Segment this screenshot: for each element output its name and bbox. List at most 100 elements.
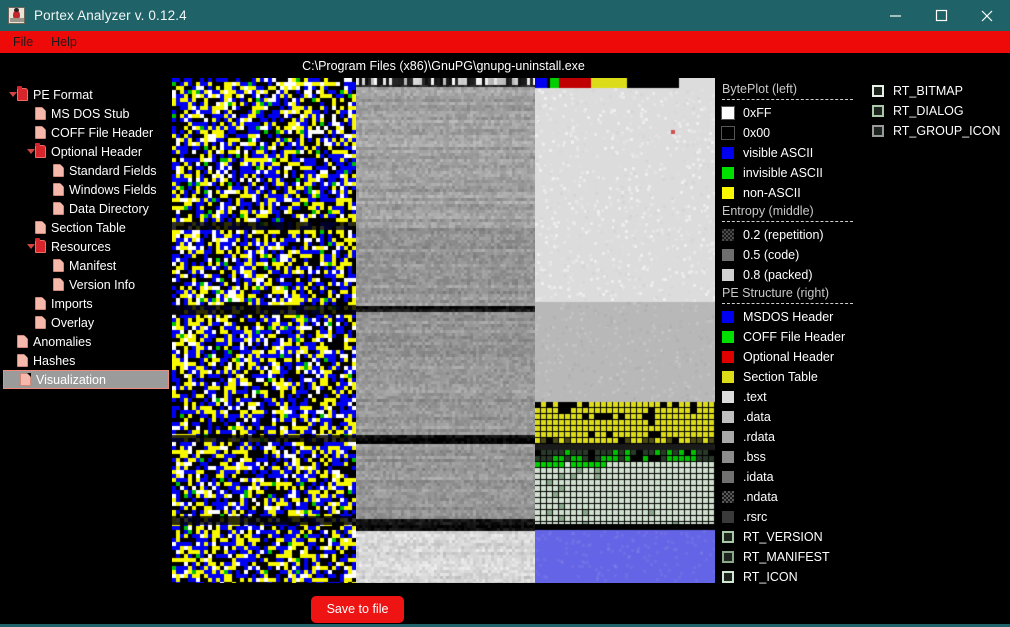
sidebar-item-pe-format[interactable]: PE Format: [0, 85, 172, 104]
legend-swatch: [722, 187, 734, 199]
chevron-down-icon[interactable]: [8, 85, 17, 104]
maximize-button[interactable]: [918, 0, 964, 31]
sidebar-item-resources[interactable]: Resources: [0, 237, 172, 256]
sidebar-item-version-info[interactable]: Version Info: [0, 275, 172, 294]
legend-label: 0xFF: [743, 106, 771, 120]
legend-section-title: PE Structure (right): [722, 285, 862, 302]
legend-swatch: [872, 105, 884, 117]
legend-label: 0x00: [743, 126, 770, 140]
legend-swatch: [722, 391, 734, 403]
sidebar-item-standard-fields[interactable]: Standard Fields: [0, 161, 172, 180]
legend-swatch: [872, 85, 884, 97]
file-icon: [53, 259, 64, 272]
legend-row: .text: [722, 387, 862, 407]
tree-spacer: [44, 180, 53, 199]
legend-label: Optional Header: [743, 350, 834, 364]
legend-column-main: BytePlot (left) 0xFF 0x00 visible ASCII invi…: [722, 81, 862, 587]
file-icon: [53, 278, 64, 291]
sidebar-item-optional-header[interactable]: Optional Header: [0, 142, 172, 161]
sidebar-item-ms-dos-stub[interactable]: MS DOS Stub: [0, 104, 172, 123]
sidebar-item-coff-file-header[interactable]: COFF File Header: [0, 123, 172, 142]
legend-row: 0.5 (code): [722, 245, 862, 265]
tree-spacer: [8, 351, 17, 370]
legend-label: .data: [743, 410, 771, 424]
sidebar-item-anomalies[interactable]: Anomalies: [0, 332, 172, 351]
folder-icon: [17, 88, 28, 101]
sidebar-item-section-table[interactable]: Section Table: [0, 218, 172, 237]
legend-swatch: [722, 229, 734, 241]
sidebar-item-label: PE Format: [33, 88, 93, 102]
chevron-down-icon[interactable]: [26, 237, 35, 256]
legend-swatch: [722, 107, 734, 119]
legend-swatch: [722, 451, 734, 463]
legend-label: COFF File Header: [743, 330, 845, 344]
entropy-panel[interactable]: [356, 78, 535, 583]
legend-row: RT_MANIFEST: [722, 547, 862, 567]
legend-row: 0xFF: [722, 103, 862, 123]
file-path-header: C:\Program Files (x86)\GnuPG\gnupg-unins…: [172, 53, 715, 78]
byteplot-panel[interactable]: [172, 78, 356, 583]
sidebar-item-label: Hashes: [33, 354, 75, 368]
legend-label: RT_MANIFEST: [743, 550, 830, 564]
file-path-text: C:\Program Files (x86)\GnuPG\gnupg-unins…: [302, 59, 585, 73]
chevron-down-icon[interactable]: [26, 142, 35, 161]
menu-item-help[interactable]: Help: [47, 34, 86, 51]
legend-row: .idata: [722, 467, 862, 487]
legend-row: RT_DIALOG: [872, 101, 1010, 121]
legend-swatch: [722, 511, 734, 523]
save-to-file-button[interactable]: Save to file: [311, 596, 405, 623]
legend-row: Optional Header: [722, 347, 862, 367]
legend-row: .bss: [722, 447, 862, 467]
sidebar-item-visualization[interactable]: Visualization: [3, 370, 169, 389]
sidebar-item-label: Windows Fields: [69, 183, 157, 197]
tree-spacer: [26, 294, 35, 313]
legend-row: Section Table: [722, 367, 862, 387]
legend-label: RT_ICON: [743, 570, 798, 584]
legend-swatch: [722, 167, 734, 179]
sidebar-item-label: Overlay: [51, 316, 94, 330]
tree-spacer: [44, 161, 53, 180]
sidebar-item-label: Visualization: [36, 373, 106, 387]
legend-label: MSDOS Header: [743, 310, 833, 324]
sidebar-item-manifest[interactable]: Manifest: [0, 256, 172, 275]
legend-label: 0.2 (repetition): [743, 228, 824, 242]
file-icon: [17, 354, 28, 367]
legend-label: invisible ASCII: [743, 166, 823, 180]
sidebar-item-hashes[interactable]: Hashes: [0, 351, 172, 370]
legend-swatch: [872, 125, 884, 137]
legend-swatch: [722, 491, 734, 503]
sidebar-item-label: Standard Fields: [69, 164, 157, 178]
sidebar-item-imports[interactable]: Imports: [0, 294, 172, 313]
legend-label: .bss: [743, 450, 766, 464]
legend-label: 0.5 (code): [743, 248, 799, 262]
sidebar-item-overlay[interactable]: Overlay: [0, 313, 172, 332]
pe-structure-panel[interactable]: [535, 78, 715, 583]
file-icon: [35, 126, 46, 139]
sidebar-item-data-directory[interactable]: Data Directory: [0, 199, 172, 218]
legend-swatch: [722, 531, 734, 543]
legend-section-title: BytePlot (left): [722, 81, 862, 98]
close-button[interactable]: [964, 0, 1010, 31]
legend-label: .idata: [743, 470, 774, 484]
file-icon: [35, 221, 46, 234]
legend-label: non-ASCII: [743, 186, 801, 200]
file-icon: [17, 335, 28, 348]
legend-swatch: [722, 471, 734, 483]
menu-item-file[interactable]: File: [9, 34, 42, 51]
minimize-button[interactable]: [872, 0, 918, 31]
legend-swatch: [722, 331, 734, 343]
window-controls: [872, 0, 1010, 31]
legend-row: visible ASCII: [722, 143, 862, 163]
sidebar-item-label: Optional Header: [51, 145, 142, 159]
file-icon: [35, 297, 46, 310]
tree-spacer: [11, 370, 20, 389]
legend-swatch: [722, 127, 734, 139]
file-icon: [53, 202, 64, 215]
legend-column-extra: RT_BITMAPRT_DIALOGRT_GROUP_ICON: [872, 81, 1010, 141]
legend-row: RT_ICON: [722, 567, 862, 587]
legend-label: 0.8 (packed): [743, 268, 812, 282]
sidebar-item-windows-fields[interactable]: Windows Fields: [0, 180, 172, 199]
legend-label: visible ASCII: [743, 146, 813, 160]
sidebar-item-label: Section Table: [51, 221, 126, 235]
sidebar-item-label: Resources: [51, 240, 111, 254]
